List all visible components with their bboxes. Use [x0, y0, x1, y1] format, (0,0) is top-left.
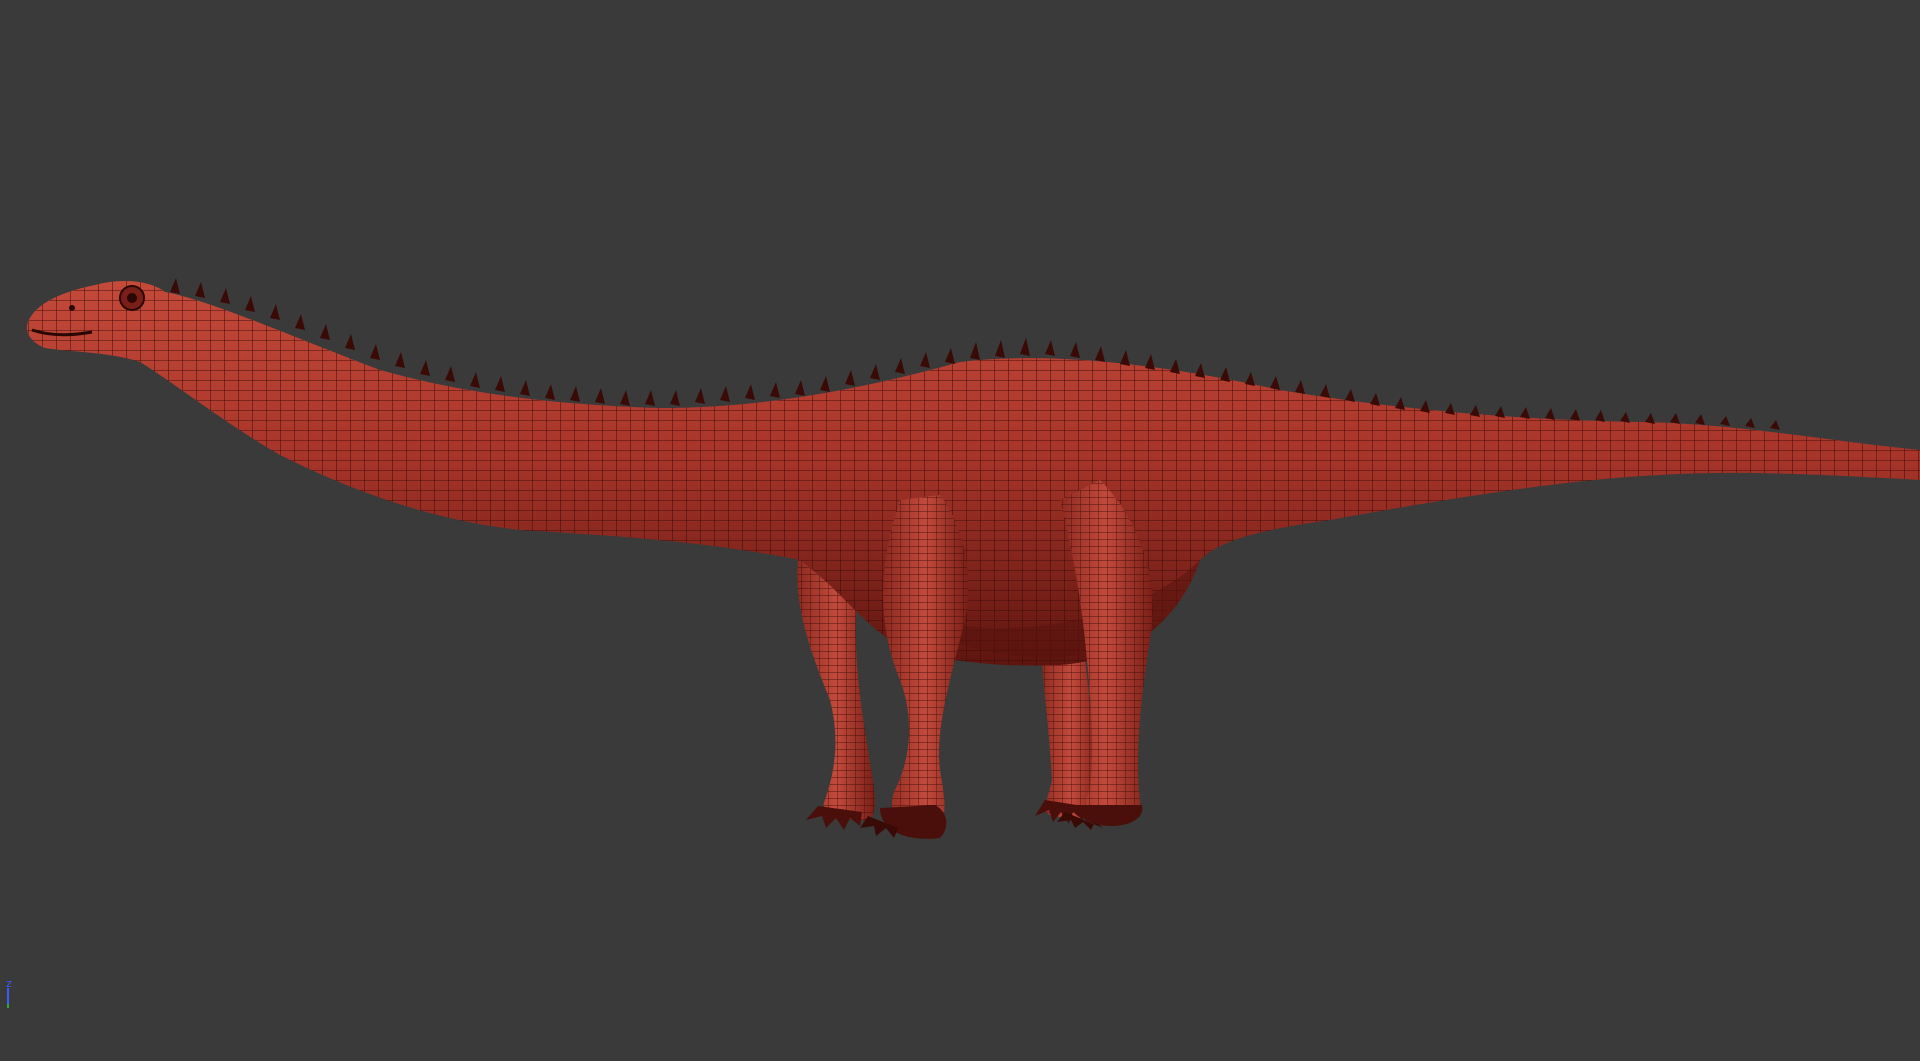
3d-viewport[interactable]: z	[0, 0, 1920, 1061]
axis-gizmo: z	[2, 978, 18, 1028]
dinosaur-model[interactable]	[0, 0, 1920, 1061]
dinosaur-body	[26, 280, 1920, 666]
axis-y-line	[7, 1004, 9, 1008]
